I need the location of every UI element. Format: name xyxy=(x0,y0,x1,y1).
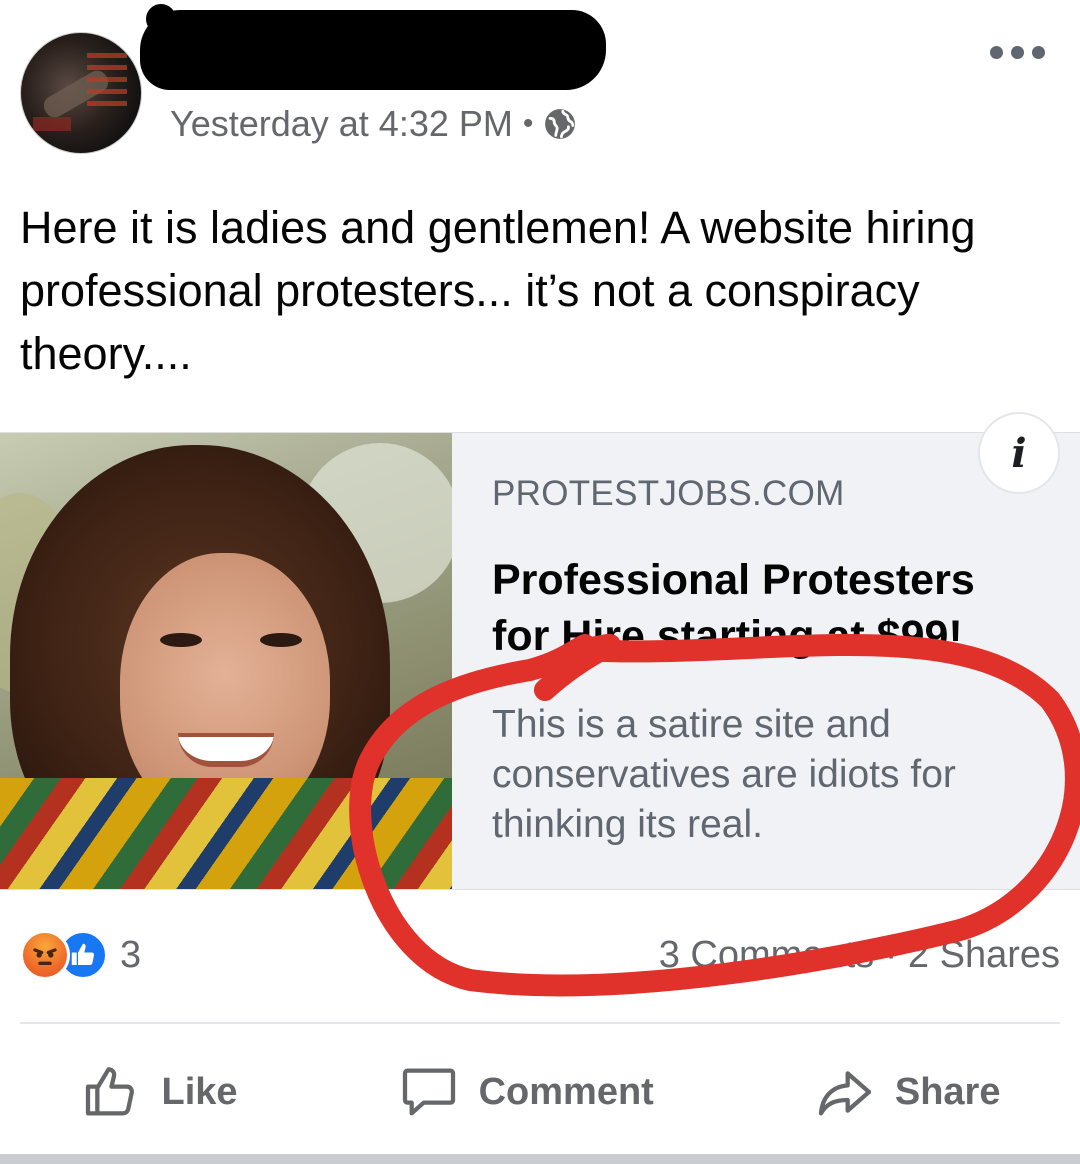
avatar-art xyxy=(33,117,71,131)
action-bar: Like Comment Share xyxy=(0,1052,1080,1132)
post-timestamp[interactable]: Yesterday at 4:32 PM xyxy=(170,103,513,145)
portrait-eye xyxy=(260,633,302,647)
meta-separator: • xyxy=(522,107,534,140)
globe-icon[interactable] xyxy=(543,107,577,141)
more-dot xyxy=(1011,46,1024,59)
link-title[interactable]: Professional Protesters for Hire startin… xyxy=(492,552,1052,664)
share-arrow-icon xyxy=(818,1071,871,1116)
feed-separator xyxy=(0,1154,1080,1164)
comment-label: Comment xyxy=(478,1070,654,1113)
comment-button[interactable]: Comment xyxy=(397,1060,654,1124)
post-meta: Yesterday at 4:32 PM • xyxy=(170,102,577,146)
portrait-scarf xyxy=(0,778,452,889)
like-button[interactable]: Like xyxy=(80,1060,238,1124)
reaction-count: 3 xyxy=(120,933,142,976)
share-label: Share xyxy=(894,1070,1001,1113)
comments-shares-count[interactable]: 3 Comments · 2 Shares xyxy=(659,934,1060,977)
more-options-icon[interactable] xyxy=(990,46,1045,59)
facebook-post: Yesterday at 4:32 PM • Here it is ladies… xyxy=(0,0,1080,1164)
redacted-author-name xyxy=(140,4,606,90)
redaction-mark xyxy=(146,4,176,34)
link-description: This is a satire site and conservatives … xyxy=(492,703,956,846)
post-body-text: Here it is ladies and gentlemen! A websi… xyxy=(20,202,976,379)
info-icon[interactable]: i xyxy=(978,412,1060,494)
avatar-art xyxy=(87,53,127,113)
portrait-eye xyxy=(160,633,202,647)
like-label: Like xyxy=(161,1070,238,1113)
comment-bubble-icon xyxy=(402,1068,455,1116)
share-button[interactable]: Share xyxy=(813,1060,1001,1124)
link-title-line2: for Hire starting at $99! xyxy=(492,612,963,660)
link-preview-image[interactable] xyxy=(0,433,452,889)
profile-avatar[interactable] xyxy=(20,32,142,154)
divider xyxy=(20,1022,1060,1024)
more-dot xyxy=(990,46,1003,59)
reactions-summary[interactable]: 3 xyxy=(20,930,141,980)
link-domain: PROTESTJOBS.COM xyxy=(492,474,845,513)
link-title-line1: Professional Protesters xyxy=(492,556,975,604)
thumbs-up-icon xyxy=(85,1067,134,1116)
angry-reaction-icon xyxy=(20,930,70,980)
more-dot xyxy=(1032,46,1045,59)
